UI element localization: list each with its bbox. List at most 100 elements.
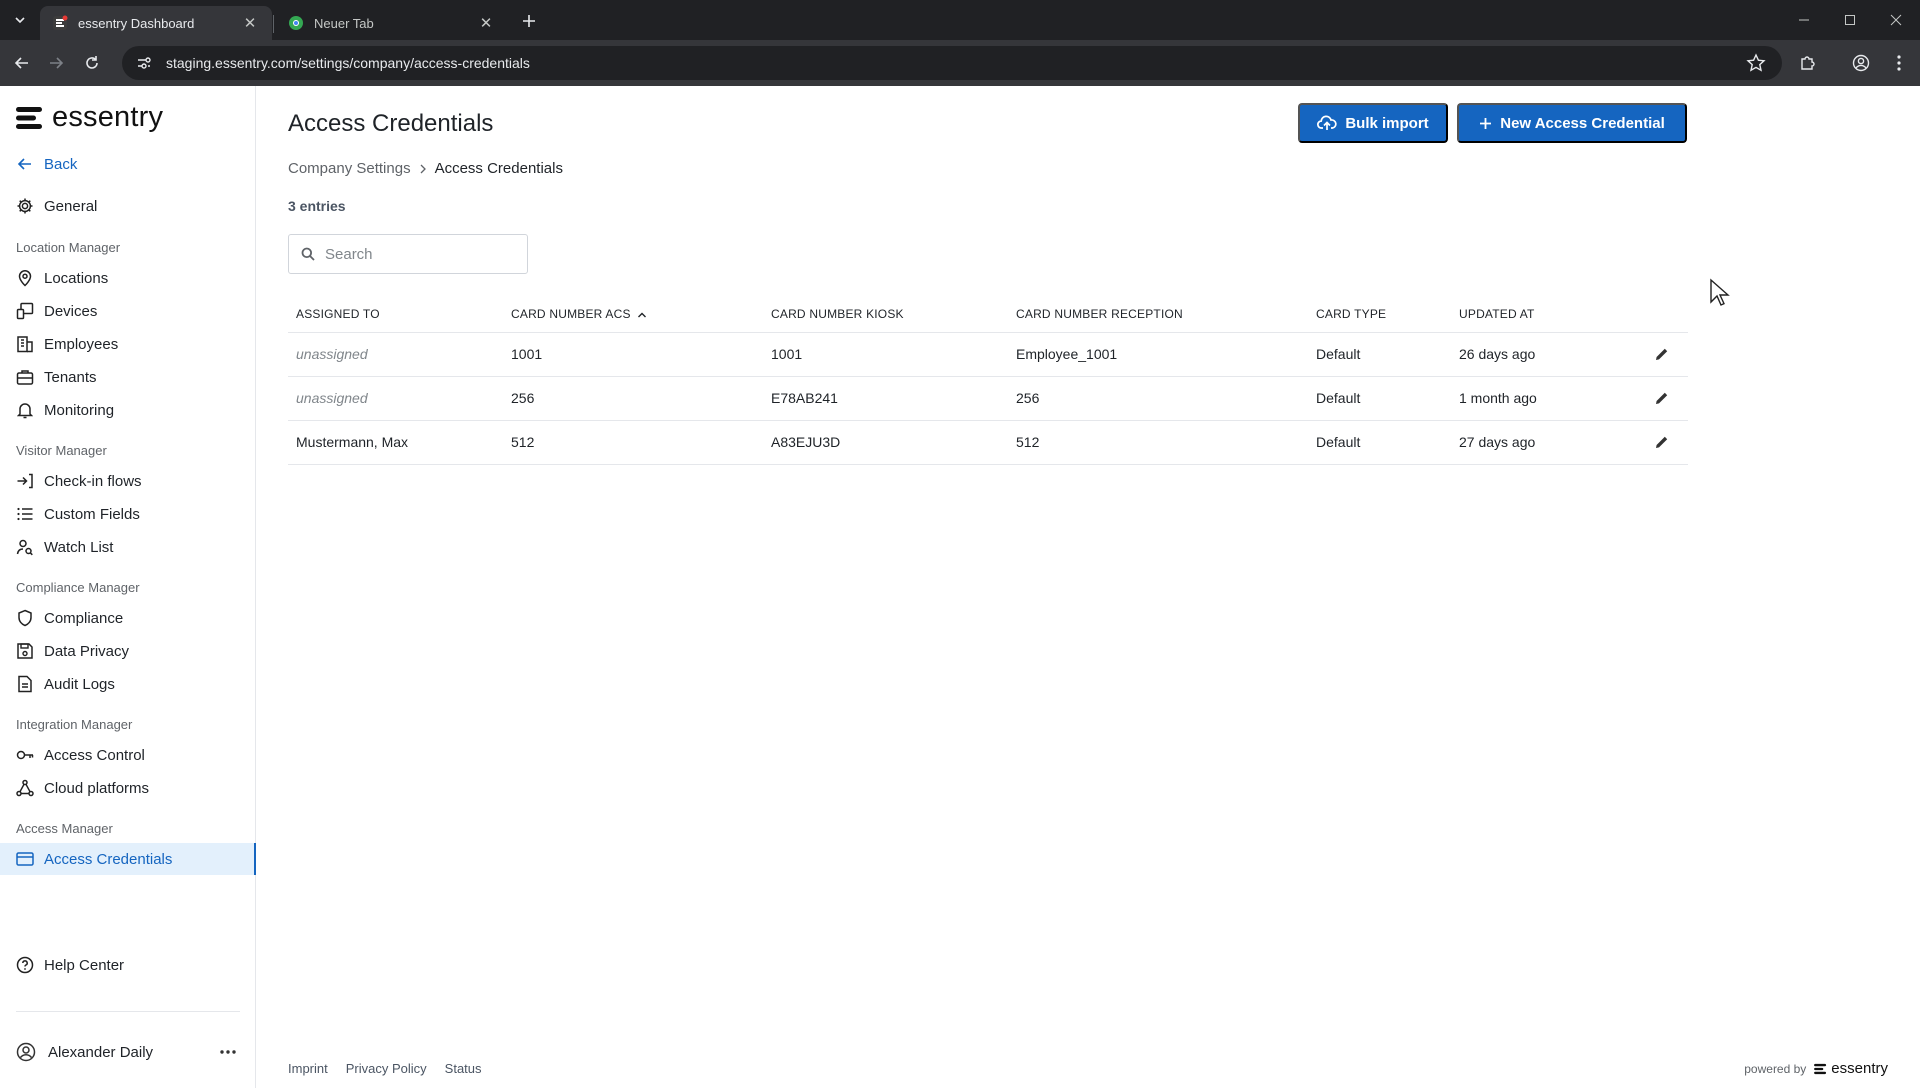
essentry-favicon-icon [53, 15, 68, 30]
more-horizontal-icon[interactable] [218, 1042, 238, 1062]
sidebar-item-access-credentials[interactable]: Access Credentials [0, 843, 256, 875]
arrow-left-icon [14, 57, 28, 69]
hub-network-icon [16, 779, 34, 797]
search-box[interactable] [288, 234, 528, 274]
help-circle-icon [16, 956, 34, 974]
key-icon [16, 746, 34, 764]
bulk-import-label: Bulk import [1345, 114, 1429, 132]
edit-button[interactable] [1650, 386, 1674, 410]
sidebar-item-checkin-flows[interactable]: Check-in flows [0, 465, 256, 497]
sidebar-item-cloud-platforms[interactable]: Cloud platforms [0, 772, 256, 804]
footer-link-status[interactable]: Status [445, 1061, 482, 1076]
gear-icon [16, 197, 34, 215]
profile-button[interactable] [1850, 52, 1872, 74]
sidebar-item-audit-logs[interactable]: Audit Logs [0, 668, 256, 700]
extensions-button[interactable] [1797, 52, 1819, 74]
sidebar-item-employees[interactable]: Employees [0, 328, 256, 360]
column-header-card-number-kiosk[interactable]: CARD NUMBER KIOSK [763, 296, 1008, 333]
main-content: Access Credentials Bulk import New Acces… [288, 86, 1730, 1088]
sidebar-item-compliance[interactable]: Compliance [0, 602, 256, 634]
column-header-assigned-to[interactable]: ASSIGNED TO [288, 296, 503, 333]
essentry-logo[interactable]: essentry [16, 101, 163, 134]
new-tab-button[interactable] [518, 10, 540, 32]
powered-by-brand[interactable]: essentry [1814, 1060, 1888, 1077]
maximize-button[interactable] [1836, 8, 1864, 32]
close-icon [1890, 14, 1902, 26]
sidebar-item-label: Help Center [44, 956, 125, 974]
cell-assigned-to: unassigned [288, 376, 503, 421]
column-header-card-number-acs[interactable]: CARD NUMBER ACS [503, 296, 763, 333]
sidebar-item-locations[interactable]: Locations [0, 262, 256, 294]
sidebar-item-devices[interactable]: Devices [0, 295, 256, 327]
tab-search-button[interactable] [8, 8, 32, 32]
sidebar-item-general[interactable]: General [0, 190, 256, 222]
user-name: Alexander Daily [48, 1043, 154, 1061]
plus-icon [1480, 117, 1492, 129]
briefcase-icon [16, 368, 34, 386]
bookmark-star-icon[interactable] [1746, 53, 1766, 73]
cell-card-number-reception: 256 [1008, 376, 1308, 421]
tab-title: Neuer Tab [314, 15, 374, 31]
sidebar-item-label: Tenants [44, 368, 97, 386]
bulk-import-button[interactable]: Bulk import [1298, 103, 1448, 143]
close-tab-icon[interactable]: ✕ [240, 13, 260, 33]
sidebar-item-watch-list[interactable]: Watch List [0, 531, 256, 563]
footer-link-imprint[interactable]: Imprint [288, 1061, 328, 1076]
address-bar[interactable]: staging.essentry.com/settings/company/ac… [122, 46, 1782, 80]
user-profile-row[interactable]: Alexander Daily [0, 1036, 256, 1068]
sidebar-item-label: Access Control [44, 746, 145, 764]
sidebar-item-custom-fields[interactable]: Custom Fields [0, 498, 256, 530]
table-row[interactable]: Mustermann, Max 512 A83EJU3D 512 Default… [288, 420, 1688, 465]
essentry-logo-mark-icon [16, 106, 42, 129]
reload-icon [86, 56, 98, 69]
sidebar-item-monitoring[interactable]: Monitoring [0, 394, 256, 426]
breadcrumb-company-settings[interactable]: Company Settings [288, 160, 411, 177]
table-row[interactable]: unassigned 1001 1001 Employee_1001 Defau… [288, 332, 1688, 377]
browser-tab-new[interactable]: Neuer Tab ✕ [276, 6, 508, 40]
breadcrumb-current: Access Credentials [434, 160, 563, 177]
sidebar-item-label: Custom Fields [44, 505, 140, 523]
footer-links: Imprint Privacy Policy Status [288, 1061, 482, 1076]
forward-nav-button[interactable] [44, 51, 68, 75]
sidebar-divider [16, 1011, 240, 1012]
column-header-card-type[interactable]: CARD TYPE [1308, 296, 1451, 333]
cell-card-number-acs: 1001 [503, 332, 763, 377]
document-icon [16, 675, 34, 693]
reload-button[interactable] [80, 51, 104, 75]
sidebar-item-label: Cloud platforms [44, 779, 150, 797]
browser-tab-essentry[interactable]: essentry Dashboard ✕ [40, 6, 272, 40]
new-access-credential-button[interactable]: New Access Credential [1457, 103, 1687, 143]
footer-link-privacy-policy[interactable]: Privacy Policy [346, 1061, 427, 1076]
sidebar-item-label: Check-in flows [44, 472, 142, 490]
edit-button[interactable] [1650, 342, 1674, 366]
column-header-updated-at[interactable]: UPDATED AT [1451, 296, 1631, 333]
essentry-logo-mark-icon [1814, 1063, 1827, 1074]
shield-icon [16, 609, 34, 627]
powered-by-label: powered by [1744, 1061, 1807, 1076]
search-input[interactable] [325, 245, 515, 263]
sidebar-item-tenants[interactable]: Tenants [0, 361, 256, 393]
sort-ascending-icon [637, 312, 646, 318]
url-text: staging.essentry.com/settings/company/ac… [166, 55, 530, 71]
column-header-card-number-reception[interactable]: CARD NUMBER RECEPTION [1008, 296, 1308, 333]
browser-menu-button[interactable] [1888, 52, 1910, 74]
sidebar-item-label: Data Privacy [44, 642, 130, 660]
close-tab-icon[interactable]: ✕ [476, 13, 496, 33]
back-link[interactable]: Back [0, 148, 256, 180]
edit-button[interactable] [1650, 430, 1674, 454]
browser-tabstrip: essentry Dashboard ✕ Neuer Tab ✕ [0, 0, 1920, 40]
close-window-button[interactable] [1882, 8, 1910, 32]
back-nav-button[interactable] [10, 51, 34, 75]
pencil-icon [1656, 436, 1668, 448]
sidebar-item-data-privacy[interactable]: Data Privacy [0, 635, 256, 667]
bell-icon [16, 401, 34, 419]
site-info-button[interactable] [132, 51, 156, 75]
pencil-icon [1656, 348, 1668, 360]
sidebar-item-access-control[interactable]: Access Control [0, 739, 256, 771]
powered-by-brand-text: essentry [1831, 1060, 1888, 1077]
sidebar-item-help-center[interactable]: Help Center [0, 949, 256, 981]
arrow-right-icon [50, 57, 64, 69]
table-row[interactable]: unassigned 256 E78AB241 256 Default 1 mo… [288, 376, 1688, 421]
more-vertical-icon [1897, 55, 1901, 71]
minimize-button[interactable] [1790, 8, 1818, 32]
